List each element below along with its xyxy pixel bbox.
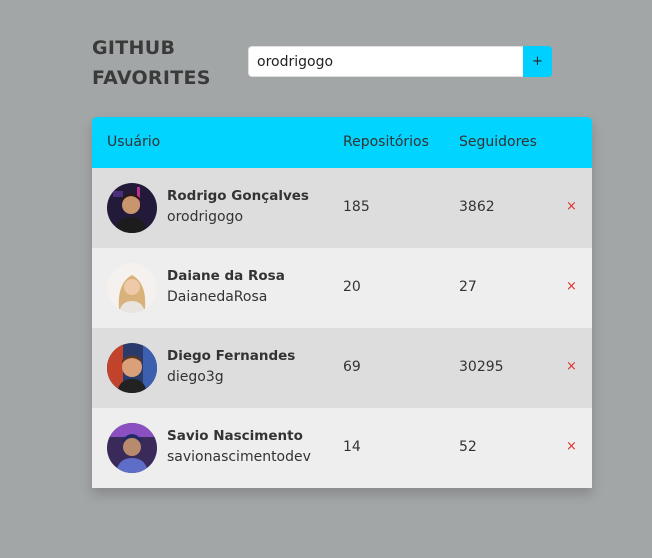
user-name: Savio Nascimento [167,428,303,444]
repos-count: 185 [343,199,370,215]
user-login: DaianedaRosa [167,289,268,305]
user-login: savionascimentodev [167,449,311,465]
user-login: orodrigogo [167,209,244,225]
avatar [107,423,157,473]
remove-button[interactable]: × [566,439,577,454]
remove-button[interactable]: × [566,279,577,294]
add-favorite-button[interactable]: + [523,46,552,77]
table-row: Daiane da Rosa DaianedaRosa 20 27 × [92,248,592,328]
followers-count: 27 [459,279,477,295]
title-line-1: GITHUB [92,37,176,59]
avatar [107,263,157,313]
repos-count: 20 [343,279,361,295]
search-form: + [248,46,552,77]
followers-count: 3862 [459,199,495,215]
user-name: Diego Fernandes [167,348,296,364]
search-input[interactable] [248,46,523,77]
page-title: GITHUB FAVORITES [92,33,211,93]
column-header-user: Usuário [107,134,161,150]
remove-button[interactable]: × [566,359,577,374]
table-row: Diego Fernandes diego3g 69 30295 × [92,328,592,408]
followers-count: 52 [459,439,477,455]
user-name: Rodrigo Gonçalves [167,188,309,204]
followers-count: 30295 [459,359,504,375]
table-row: Rodrigo Gonçalves orodrigogo 185 3862 × [92,168,592,248]
user-login: diego3g [167,369,224,385]
table-row: Savio Nascimento savionascimentodev 14 5… [92,408,592,488]
avatar [107,343,157,393]
column-header-repos: Repositórios [343,134,429,150]
avatar [107,183,157,233]
favorites-table: Usuário Repositórios Seguidores Rodrigo … [92,117,592,488]
user-name: Daiane da Rosa [167,268,285,284]
remove-button[interactable]: × [566,199,577,214]
repos-count: 14 [343,439,361,455]
column-header-followers: Seguidores [459,134,537,150]
repos-count: 69 [343,359,361,375]
title-line-2: FAVORITES [92,67,211,89]
table-header: Usuário Repositórios Seguidores [92,117,592,168]
